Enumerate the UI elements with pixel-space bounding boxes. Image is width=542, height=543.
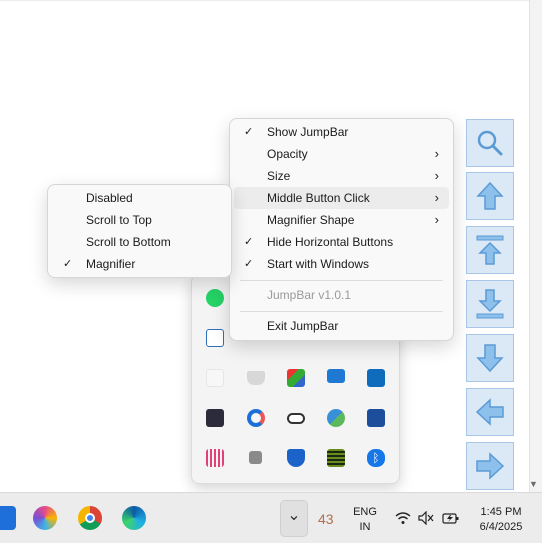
magnifier-button[interactable] xyxy=(466,119,514,167)
scroll-down-button[interactable] xyxy=(466,334,514,382)
jumpbar-context-menu: ✓ Show JumpBar Opacity › Size › Middle B… xyxy=(229,118,454,341)
arrow-right-icon xyxy=(476,452,505,480)
menu-item-start-with-windows[interactable]: ✓ Start with Windows xyxy=(234,253,449,275)
menu-item-label: Middle Button Click xyxy=(267,191,370,205)
chevron-right-icon: › xyxy=(434,168,439,183)
menu-item-opacity[interactable]: Opacity › xyxy=(234,143,449,165)
network-share-icon[interactable] xyxy=(206,329,224,347)
menu-item-label: Opacity xyxy=(267,147,308,161)
clock-time: 1:45 PM xyxy=(480,506,522,518)
middle-button-click-submenu: Disabled Scroll to Top Scroll to Bottom … xyxy=(47,184,232,278)
submenu-item-label: Magnifier xyxy=(86,257,136,271)
coffee-cup-icon[interactable] xyxy=(247,371,265,385)
tray-count-badge[interactable]: 43 xyxy=(318,511,334,527)
azure-icon[interactable] xyxy=(367,409,385,427)
language-code: ENG xyxy=(353,506,377,518)
paint-icon[interactable] xyxy=(33,506,57,530)
scroll-to-top-icon xyxy=(476,235,504,265)
version-label: JumpBar v1.0.1 xyxy=(267,288,352,302)
menu-item-hide-horizontal-buttons[interactable]: ✓ Hide Horizontal Buttons xyxy=(234,231,449,253)
refresh-app-icon[interactable] xyxy=(247,409,265,427)
menu-item-label: Magnifier Shape xyxy=(267,213,355,227)
menu-item-label: Hide Horizontal Buttons xyxy=(267,235,394,249)
scroll-to-bottom-button[interactable] xyxy=(466,280,514,328)
keyboard-app-icon[interactable] xyxy=(327,449,345,467)
whatsapp-icon[interactable] xyxy=(206,289,224,307)
chevron-right-icon: › xyxy=(434,190,439,205)
menu-item-label: Size xyxy=(267,169,291,183)
submenu-item-label: Scroll to Top xyxy=(86,213,152,227)
magnifier-icon xyxy=(477,130,503,156)
submenu-item-scroll-to-bottom[interactable]: Scroll to Bottom xyxy=(52,231,227,253)
menu-item-show-jumpbar[interactable]: ✓ Show JumpBar xyxy=(234,121,449,143)
arrow-down-icon xyxy=(476,344,504,373)
battery-charging-icon[interactable] xyxy=(442,511,460,528)
color-app-icon[interactable] xyxy=(287,369,305,387)
menu-item-label: Show JumpBar xyxy=(267,125,349,139)
chrome-icon[interactable] xyxy=(78,506,102,530)
show-hidden-icons-button[interactable]: ⌄ xyxy=(280,500,308,537)
clock-date: 6/4/2025 xyxy=(479,521,523,533)
submenu-item-magnifier[interactable]: ✓ Magnifier xyxy=(52,253,227,275)
wifi-icon[interactable] xyxy=(395,511,411,528)
scroll-up-button[interactable] xyxy=(466,172,514,220)
vertical-scrollbar[interactable] xyxy=(529,0,542,492)
scroll-left-button[interactable] xyxy=(466,388,514,436)
submenu-item-label: Disabled xyxy=(86,191,133,205)
submenu-item-scroll-to-top[interactable]: Scroll to Top xyxy=(52,209,227,231)
submenu-item-disabled[interactable]: Disabled xyxy=(52,187,227,209)
chevron-right-icon: › xyxy=(434,146,439,161)
submenu-item-label: Scroll to Bottom xyxy=(86,235,171,249)
volume-muted-icon[interactable] xyxy=(418,510,434,528)
input-locale: IN xyxy=(359,521,371,533)
menu-item-magnifier-shape[interactable]: Magnifier Shape › xyxy=(234,209,449,231)
scroll-to-top-button[interactable] xyxy=(466,226,514,274)
chevron-right-icon: › xyxy=(434,212,439,227)
arrow-up-icon xyxy=(476,181,504,210)
defender-icon[interactable] xyxy=(287,449,305,467)
outlook-icon[interactable] xyxy=(367,369,385,387)
menu-separator xyxy=(240,280,443,281)
system-clock[interactable]: 1:45 PM 6/4/2025 xyxy=(468,505,534,535)
grid-app-icon[interactable] xyxy=(206,409,224,427)
scroll-right-button[interactable] xyxy=(466,442,514,490)
menu-item-exit-jumpbar[interactable]: Exit JumpBar xyxy=(234,315,449,337)
arrow-left-icon xyxy=(475,398,504,426)
language-indicator[interactable]: ENG IN xyxy=(350,505,380,535)
gray-square-icon[interactable] xyxy=(249,451,262,464)
app-icon[interactable] xyxy=(0,506,16,530)
menu-item-label: Exit JumpBar xyxy=(267,319,339,333)
audio-wave-icon[interactable] xyxy=(206,449,224,467)
menu-item-middle-button-click[interactable]: Middle Button Click › xyxy=(234,187,449,209)
edge-icon[interactable] xyxy=(122,506,146,530)
menu-item-version: JumpBar v1.0.1 xyxy=(234,284,449,306)
onedrive-icon[interactable] xyxy=(287,413,305,424)
blank-icon[interactable] xyxy=(206,369,224,387)
bluetooth-icon[interactable]: ᛒ xyxy=(367,449,385,467)
menu-item-size[interactable]: Size › xyxy=(234,165,449,187)
scroll-down-arrow-icon[interactable]: ▼ xyxy=(527,478,540,490)
scroll-to-bottom-icon xyxy=(476,289,504,319)
chevron-down-icon: ⌄ xyxy=(287,507,301,524)
window-top-border xyxy=(0,0,529,1)
check-icon: ✓ xyxy=(244,258,254,270)
check-icon: ✓ xyxy=(244,236,254,248)
menu-separator xyxy=(240,311,443,312)
sync-app-icon[interactable] xyxy=(327,409,345,427)
check-icon: ✓ xyxy=(63,258,73,270)
monitor-icon[interactable] xyxy=(327,369,345,383)
check-icon: ✓ xyxy=(244,126,254,138)
menu-item-label: Start with Windows xyxy=(267,257,370,271)
